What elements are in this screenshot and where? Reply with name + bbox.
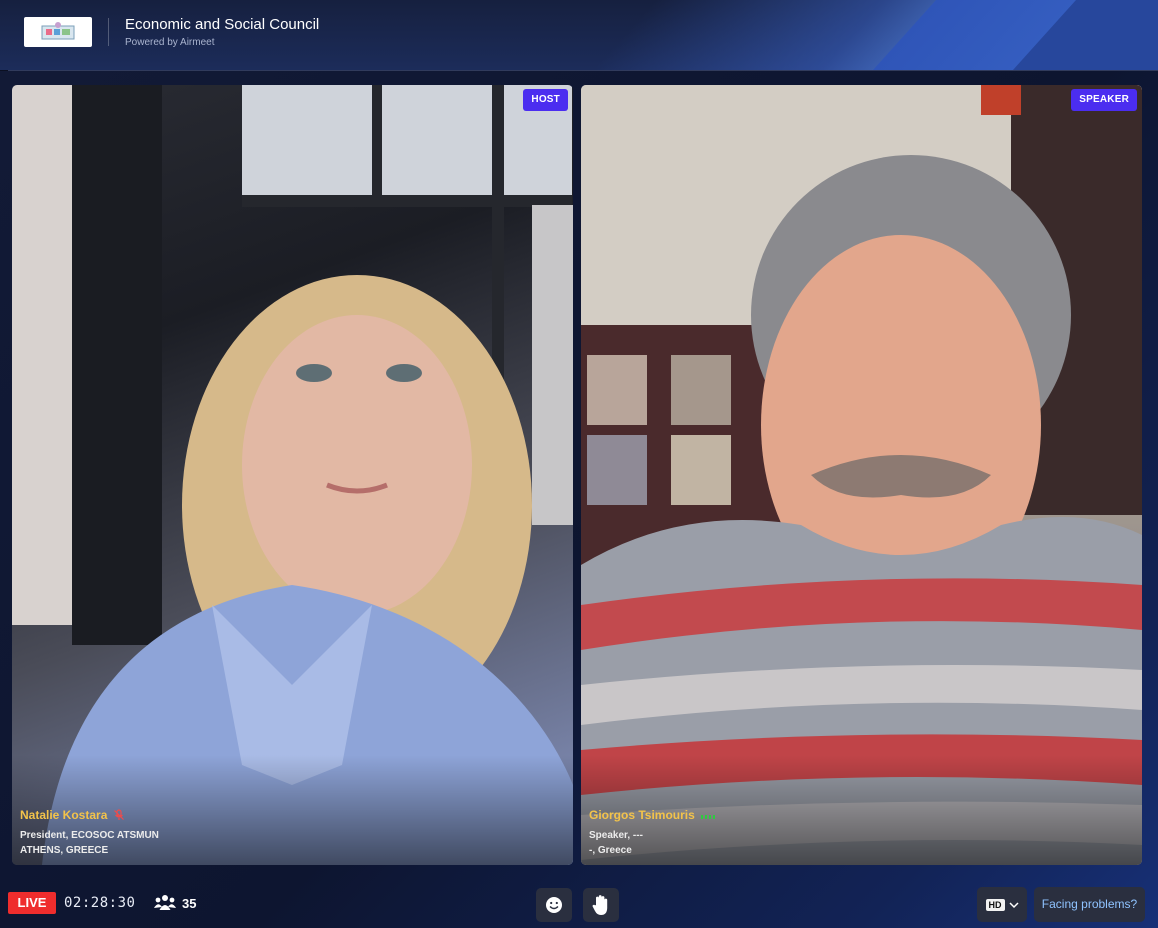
participant-name-text: Giorgos Tsimouris	[589, 808, 695, 822]
audio-level-icon	[700, 811, 715, 819]
top-header: Economic and Social Council Powered by A…	[0, 0, 1158, 70]
participant-location: -, Greece	[589, 845, 632, 856]
speaker-video-feed	[581, 85, 1142, 865]
video-quality-selector[interactable]: HD	[977, 887, 1027, 922]
facing-problems-button[interactable]: Facing problems?	[1034, 887, 1145, 922]
header-divider	[108, 18, 109, 46]
participant-name: Giorgos Tsimouris	[589, 808, 715, 822]
bottom-control-bar: LIVE 02:28:30 35 HD Facing problems?	[0, 878, 1158, 928]
participant-title: President, ECOSOC ATSMUN	[20, 830, 159, 841]
raise-hand-icon	[592, 895, 608, 915]
host-role-badge: HOST	[523, 89, 568, 111]
attendee-count-text: 35	[182, 895, 197, 911]
people-icon	[154, 895, 176, 910]
muted-mic-icon	[114, 809, 125, 820]
live-badge: LIVE	[8, 892, 56, 914]
video-quality-label: HD	[985, 898, 1005, 911]
participant-name: Natalie Kostara	[20, 808, 125, 822]
participant-title: Speaker, ---	[589, 830, 643, 841]
speaker-role-badge: SPEAKER	[1071, 89, 1137, 111]
elapsed-timer: 02:28:30	[64, 895, 136, 911]
video-tile-host[interactable]: HOST Natalie Kostara President, ECOSOC A…	[12, 85, 573, 865]
reactions-button[interactable]	[536, 888, 572, 922]
video-tile-speaker[interactable]: SPEAKER Giorgos Tsimouris Speaker, --- -…	[581, 85, 1142, 865]
host-video-feed	[12, 85, 573, 865]
emoji-icon	[546, 897, 562, 913]
event-title: Economic and Social Council	[125, 16, 320, 33]
chevron-down-icon	[1008, 901, 1019, 908]
powered-by-label: Powered by Airmeet	[125, 37, 215, 48]
raise-hand-button[interactable]	[583, 888, 619, 922]
participant-location: ATHENS, GREECE	[20, 845, 109, 856]
participant-name-text: Natalie Kostara	[20, 808, 108, 822]
attendee-count[interactable]: 35	[154, 894, 196, 912]
event-logo	[24, 17, 92, 47]
